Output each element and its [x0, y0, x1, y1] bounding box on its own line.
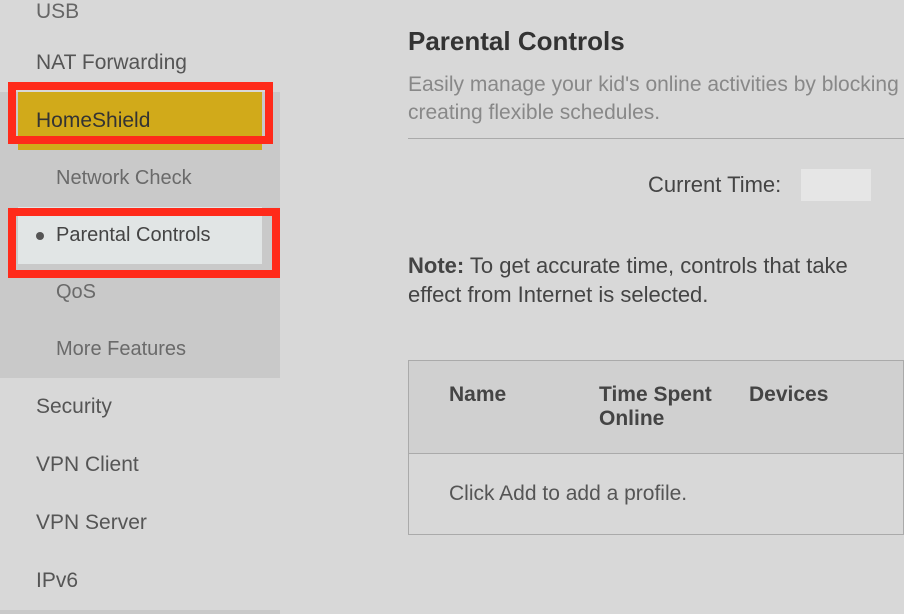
sidebar-item-security[interactable]: Security	[0, 378, 280, 436]
sidebar-item-parental-controls[interactable]: Parental Controls	[18, 207, 262, 264]
sidebar-item-vpn-client[interactable]: VPN Client	[0, 436, 280, 494]
sidebar-item-ipv6[interactable]: IPv6	[0, 552, 280, 610]
bullet-icon	[36, 232, 44, 240]
sidebar-item-homeshield[interactable]: HomeShield	[18, 92, 262, 150]
sidebar-item-more-features[interactable]: More Features	[0, 321, 280, 378]
table-empty-message: Click Add to add a profile.	[409, 454, 903, 534]
main-content: Parental Controls Easily manage your kid…	[280, 0, 904, 614]
note-label: Note:	[408, 253, 464, 278]
sidebar: USB NAT Forwarding HomeShield Network Ch…	[0, 0, 280, 614]
sidebar-item-usb[interactable]: USB	[0, 0, 280, 34]
note-text: Note: To get accurate time, controls tha…	[408, 251, 904, 310]
col-name: Name	[449, 383, 599, 431]
sidebar-item-label: Parental Controls	[56, 224, 211, 246]
page-description: Easily manage your kid's online activiti…	[408, 71, 904, 128]
sidebar-item-qos[interactable]: QoS	[0, 264, 280, 321]
page-title: Parental Controls	[408, 26, 904, 57]
col-time-spent-online: Time Spent Online	[599, 383, 749, 431]
current-time-label: Current Time:	[648, 172, 781, 198]
sidebar-item-network-check[interactable]: Network Check	[0, 150, 280, 207]
divider	[408, 138, 904, 139]
sidebar-item-nat-forwarding[interactable]: NAT Forwarding	[0, 34, 280, 92]
profiles-table: Name Time Spent Online Devices Click Add…	[408, 360, 904, 535]
note-body: To get accurate time, controls that take…	[408, 253, 848, 308]
sidebar-item-vpn-server[interactable]: VPN Server	[0, 494, 280, 552]
table-header: Name Time Spent Online Devices	[409, 361, 903, 454]
current-time-row: Current Time:	[408, 169, 904, 201]
col-devices: Devices	[749, 383, 863, 431]
current-time-value	[801, 169, 871, 201]
